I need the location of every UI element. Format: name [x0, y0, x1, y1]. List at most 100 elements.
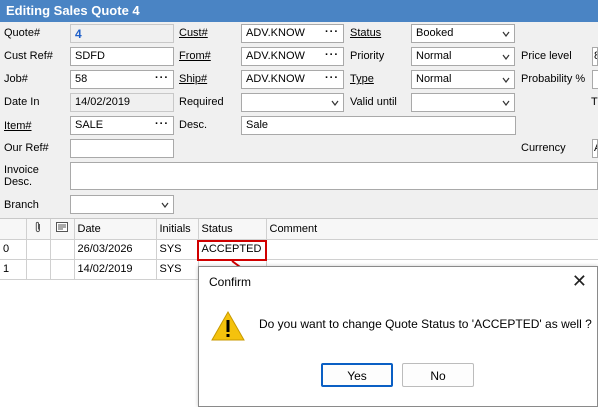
- job-field[interactable]: 58 ···: [70, 70, 174, 89]
- from-label: From#: [179, 50, 211, 62]
- chevron-down-icon: [502, 54, 510, 60]
- row-index: 0: [0, 239, 27, 260]
- lookup-icon[interactable]: ···: [155, 72, 169, 84]
- column-header-comment[interactable]: Comment: [266, 219, 598, 240]
- window-title: Editing Sales Quote 4: [0, 0, 598, 22]
- currency-value: A: [594, 142, 597, 154]
- from-field[interactable]: ADV.KNOW ···: [241, 47, 344, 66]
- quote-form: Quote# 4 Cust# ADV.KNOW ··· Status Booked…: [0, 22, 598, 218]
- cust-ref-value: SDFD: [75, 50, 105, 62]
- price-level-field[interactable]: 8: [592, 47, 598, 66]
- item-value: SALE: [75, 119, 104, 131]
- quote-number-value: 4: [75, 27, 82, 41]
- note-icon: [56, 222, 68, 233]
- branch-select[interactable]: [70, 195, 174, 214]
- column-header-status[interactable]: Status: [198, 219, 267, 240]
- probability-label: Probability %: [521, 73, 586, 85]
- column-header-date[interactable]: Date: [74, 219, 157, 240]
- our-ref-label: Our Ref#: [4, 142, 49, 154]
- status-select[interactable]: Booked: [411, 24, 515, 43]
- cust-value: ADV.KNOW: [246, 27, 305, 39]
- desc-label: Desc.: [179, 119, 208, 131]
- required-label: Required: [179, 96, 224, 108]
- chevron-down-icon: [502, 100, 510, 106]
- from-label-text: From#: [179, 50, 211, 62]
- column-header-attachment[interactable]: [26, 219, 51, 240]
- date-in-value: 14/02/2019: [75, 96, 131, 108]
- dialog-message: Do you want to change Quote Status to 'A…: [259, 317, 592, 331]
- table-row[interactable]: 0 26/03/2026 SYS ACCEPTED: [0, 239, 598, 260]
- attachment-cell: [26, 239, 51, 260]
- valid-until-label: Valid until: [350, 96, 397, 108]
- note-cell: [50, 259, 75, 280]
- clipped-label: T: [591, 96, 598, 108]
- currency-field[interactable]: A: [592, 139, 598, 158]
- ship-field[interactable]: ADV.KNOW ···: [241, 70, 344, 89]
- column-header-note[interactable]: [50, 219, 75, 240]
- comment-cell[interactable]: [266, 239, 598, 260]
- paperclip-icon: [35, 222, 40, 233]
- date-in-label: Date In: [4, 96, 40, 108]
- cust-ref-label: Cust Ref#: [4, 50, 53, 62]
- currency-label: Currency: [521, 142, 566, 154]
- priority-select[interactable]: Normal: [411, 47, 515, 66]
- valid-until-select[interactable]: [411, 93, 515, 112]
- invoice-desc-field[interactable]: [70, 162, 598, 190]
- type-label-text: Type: [350, 73, 374, 85]
- cust-label: Cust#: [179, 27, 208, 39]
- item-label-text: Item#: [4, 120, 32, 132]
- column-header-initials[interactable]: Initials: [156, 219, 199, 240]
- desc-field[interactable]: Sale: [241, 116, 516, 135]
- lookup-icon[interactable]: ···: [155, 118, 169, 130]
- no-button[interactable]: No: [402, 363, 474, 387]
- job-value: 58: [75, 73, 88, 85]
- quote-number-field: 4: [70, 24, 174, 43]
- initials-cell: SYS: [156, 259, 199, 280]
- price-level-value: 8: [594, 50, 597, 62]
- status-value: Booked: [416, 27, 454, 39]
- job-label: Job#: [4, 73, 28, 85]
- item-field[interactable]: SALE ···: [70, 116, 174, 135]
- cust-field[interactable]: ADV.KNOW ···: [241, 24, 344, 43]
- probability-field[interactable]: [592, 70, 598, 89]
- item-label: Item#: [4, 120, 32, 132]
- cust-ref-field[interactable]: SDFD: [70, 47, 174, 66]
- yes-button[interactable]: Yes: [321, 363, 393, 387]
- row-index: 1: [0, 259, 27, 280]
- type-value: Normal: [416, 73, 452, 85]
- lookup-icon[interactable]: ···: [325, 72, 339, 84]
- from-value: ADV.KNOW: [246, 50, 305, 62]
- note-cell: [50, 239, 75, 260]
- date-cell: 14/02/2019: [74, 259, 157, 280]
- close-icon[interactable]: ✕: [572, 271, 587, 292]
- required-date-select[interactable]: [241, 93, 344, 112]
- type-select[interactable]: Normal: [411, 70, 515, 89]
- priority-value: Normal: [416, 50, 452, 62]
- status-label: Status: [350, 27, 381, 39]
- invoice-desc-label: Invoice Desc.: [4, 164, 39, 188]
- date-cell: 26/03/2026: [74, 239, 157, 260]
- priority-label: Priority: [350, 50, 385, 62]
- warning-icon: [211, 311, 245, 341]
- dialog-title: Confirm: [209, 275, 252, 289]
- ship-value: ADV.KNOW: [246, 73, 305, 85]
- column-header-index[interactable]: [0, 219, 27, 240]
- chevron-down-icon: [502, 31, 510, 37]
- status-label-text: Status: [350, 27, 382, 39]
- chevron-down-icon: [161, 202, 169, 208]
- desc-value: Sale: [246, 119, 269, 131]
- our-ref-field[interactable]: [70, 139, 174, 158]
- cust-label-text: Cust#: [179, 27, 208, 39]
- quote-number-label: Quote#: [4, 27, 41, 39]
- ship-label: Ship#: [179, 73, 207, 85]
- branch-label: Branch: [4, 199, 39, 211]
- price-level-label: Price level: [521, 50, 572, 62]
- type-label: Type: [350, 73, 374, 85]
- lookup-icon[interactable]: ···: [325, 26, 339, 38]
- attachment-cell: [26, 259, 51, 280]
- lookup-icon[interactable]: ···: [325, 49, 339, 61]
- confirm-dialog: Confirm ✕ Do you want to change Quote St…: [198, 266, 598, 407]
- ship-label-text: Ship#: [179, 73, 208, 85]
- date-in-field: 14/02/2019: [70, 93, 174, 112]
- initials-cell: SYS: [156, 239, 199, 260]
